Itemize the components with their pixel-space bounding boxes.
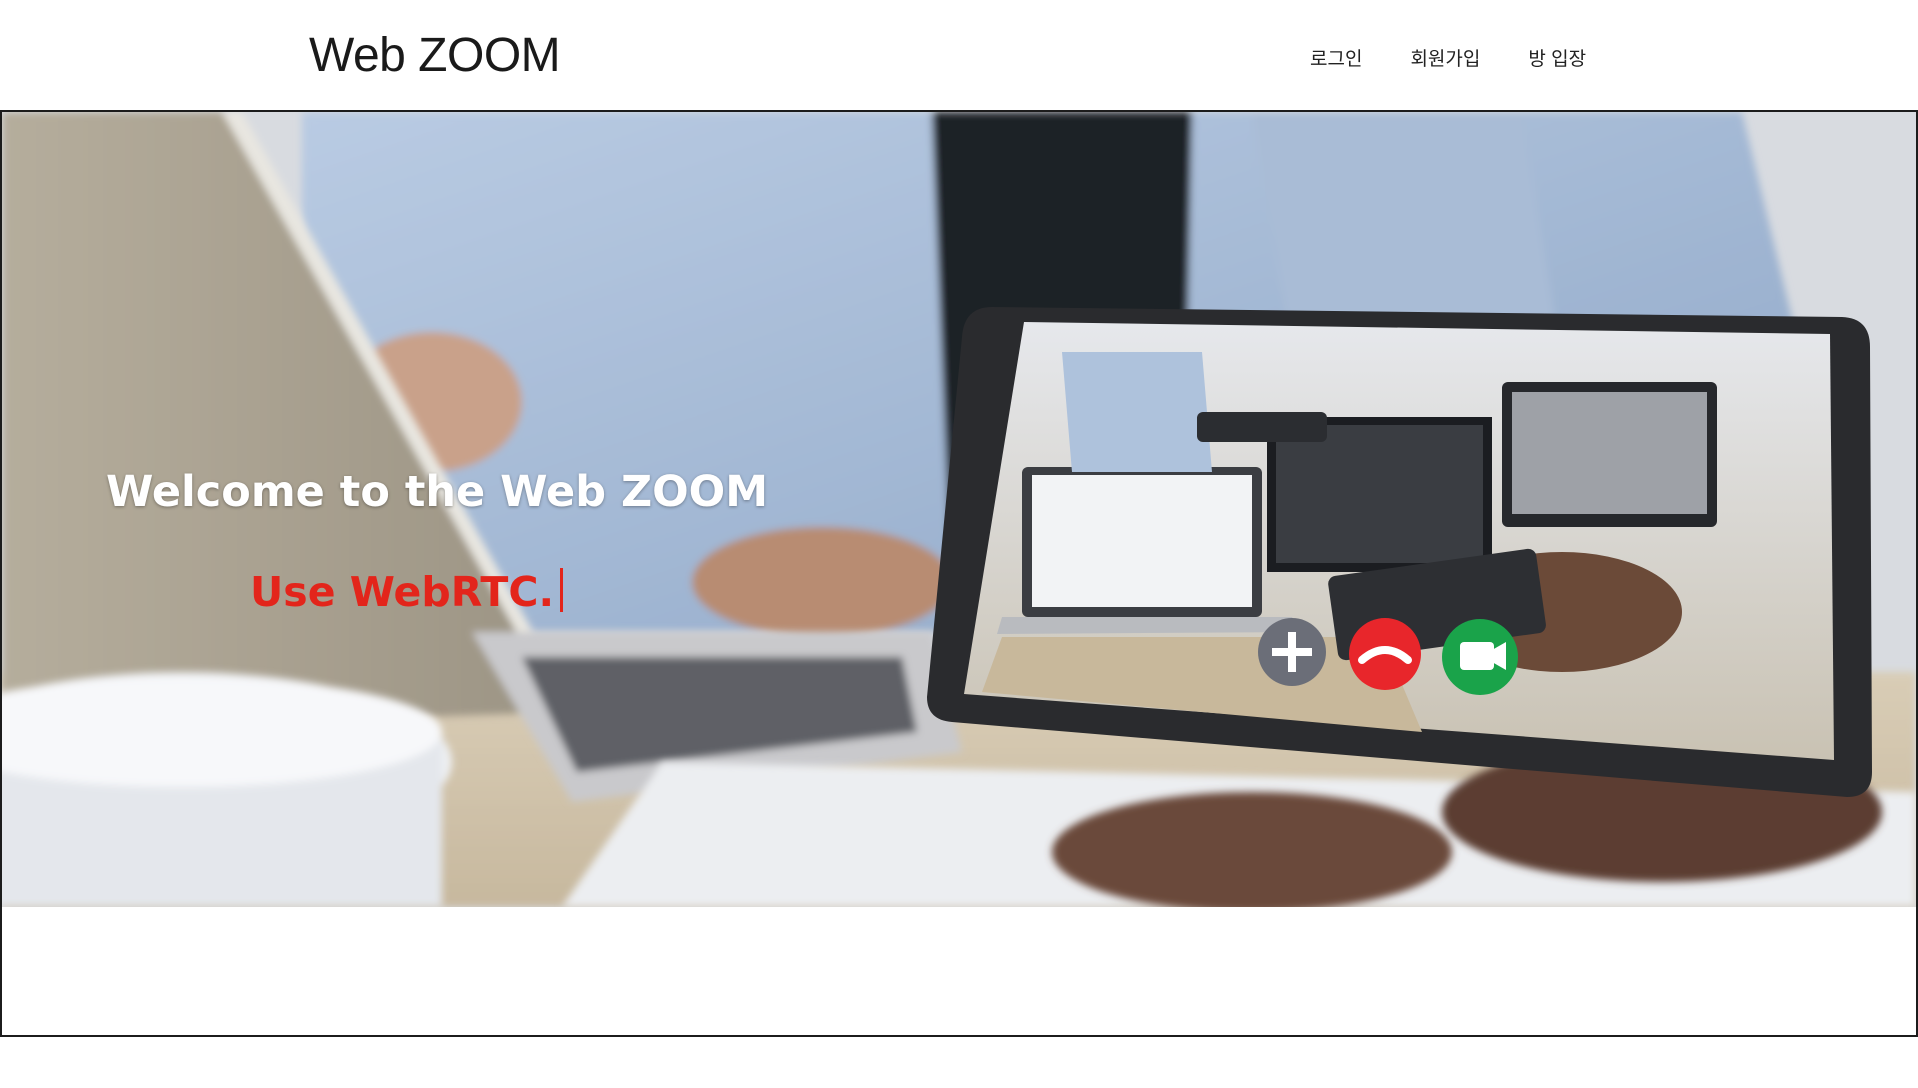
call-end-icon	[1349, 618, 1421, 690]
hero-title: Welcome to the Web ZOOM	[106, 467, 769, 517]
site-header: Web ZOOM 로그인 회원가입 방 입장	[0, 0, 1918, 110]
hero-subtitle-text: Use WebRTC.	[250, 568, 555, 616]
typing-cursor	[560, 568, 564, 612]
content-frame: Welcome to the Web ZOOM Use WebRTC.	[0, 110, 1918, 1037]
call-video-icon	[1442, 619, 1518, 695]
hero-banner: Welcome to the Web ZOOM Use WebRTC.	[2, 112, 1916, 907]
call-add-icon	[1258, 618, 1326, 686]
nav-enter-room[interactable]: 방 입장	[1528, 44, 1586, 71]
hero-subtitle: Use WebRTC.	[250, 568, 564, 616]
main-nav: 로그인 회원가입 방 입장	[1310, 44, 1586, 71]
nav-login[interactable]: 로그인	[1310, 44, 1362, 71]
nav-signup[interactable]: 회원가입	[1410, 44, 1480, 71]
site-logo[interactable]: Web ZOOM	[309, 28, 561, 83]
